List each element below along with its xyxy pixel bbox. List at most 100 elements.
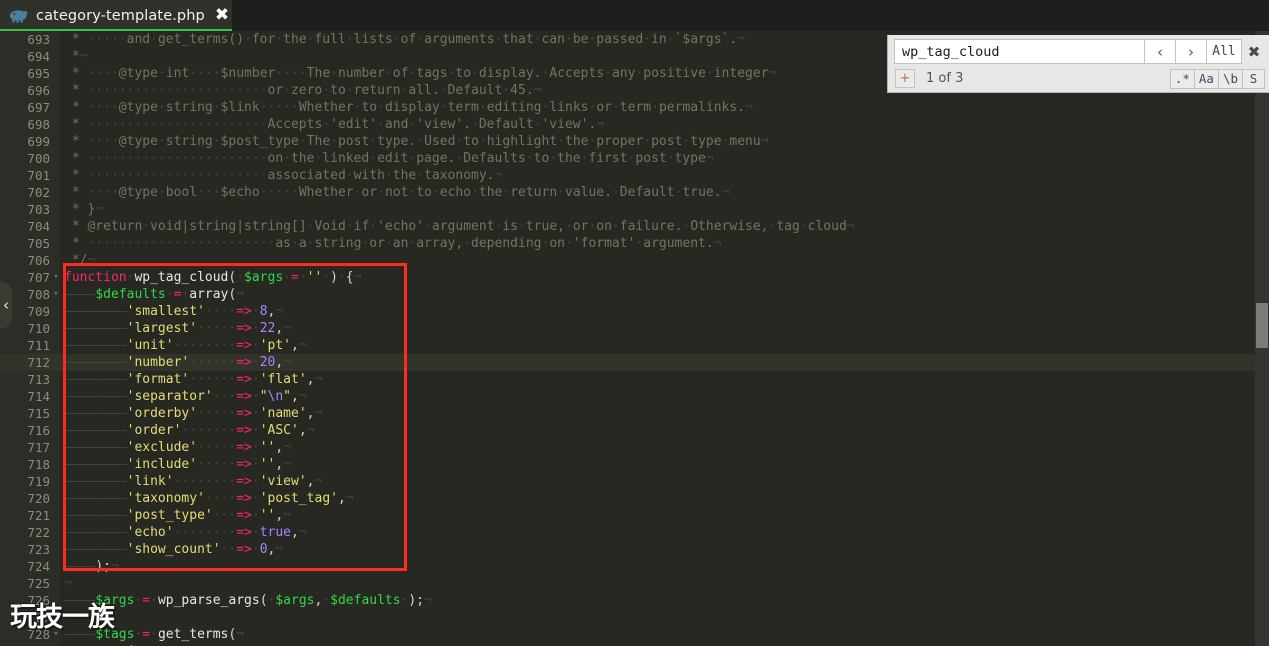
find-options-group[interactable]: .* Aa \b S [1169,68,1265,89]
line-number: 697 [27,100,50,115]
code-line-text: * }¬ [64,202,104,217]
line-number: 711 [27,338,50,353]
line-number: 718 [27,457,50,472]
line-number: 715 [27,406,50,421]
close-icon[interactable]: ✖ [1242,39,1266,64]
editor-viewport[interactable]: 693 * ·····and·get_terms()·for·the·full·… [0,31,1269,646]
line-number: 705 [27,236,50,251]
code-line[interactable]: 706 */¬ [0,252,1269,269]
code-line-text: * ·······················on·the·linked·e… [64,151,714,166]
find-previous-button[interactable]: ‹ [1144,39,1175,64]
code-line[interactable]: 719 ————————'link'········=>·'view',¬ [0,473,1269,490]
line-number: 712 [27,355,50,370]
code-line[interactable]: 714 ————————'separator'···=>·"\n",¬ [0,388,1269,405]
watermark: 玩技一族 [10,602,115,633]
code-line[interactable]: 715 ————————'orderby'·····=>·'name',¬ [0,405,1269,422]
code-line-text: ————————'format'······=>·'flat',¬ [64,372,323,387]
find-all-button[interactable]: All [1206,39,1242,64]
code-line[interactable]: 698 * ·······················Accepts·'ed… [0,116,1269,133]
code-line[interactable]: 708 ▾ ————$defaults·=·array(¬ [0,286,1269,303]
code-line-text: ————————'order'·······=>·'ASC',¬ [64,423,315,438]
chevron-left-icon: ‹ [3,295,9,314]
line-number: 701 [27,168,50,183]
code-fold-toggle-icon[interactable]: ▾ [52,269,60,286]
code-line[interactable]: 701 * ·······················associated·… [0,167,1269,184]
code-line[interactable]: 710 ————————'largest'·····=>·22,¬ [0,320,1269,337]
code-line-text: *¬ [64,49,88,64]
close-icon[interactable]: ✖ [215,7,229,24]
code-line[interactable]: 726 ————$args·=·wp_parse_args(·$args,·$de… [0,592,1269,609]
regex-toggle[interactable]: .* [1169,68,1194,89]
code-line-text: ————————'smallest'····=>·8,¬ [64,304,284,319]
code-line[interactable]: 727 ¬ [0,609,1269,626]
code-line-text: ————————'show_count'··=>·0,¬ [64,542,284,557]
code-line-text: ————————'largest'·····=>·22,¬ [64,321,292,336]
line-number: 720 [27,491,50,506]
tab-title: category-template.php [36,7,205,24]
code-line[interactable]: 702 * ····@type·bool···$echo·····Whether… [0,184,1269,201]
code-line[interactable]: 712 ————————'number'······=>·20,¬ [0,354,1269,371]
line-number: 713 [27,372,50,387]
code-line-text: ————————'number'······=>·20,¬ [64,355,292,370]
code-line[interactable]: 703 * }¬ [0,201,1269,218]
tab-bar: category-template.php ✖ [0,0,1269,31]
code-fold-toggle-icon[interactable]: ▾ [52,286,60,303]
code-line[interactable]: 725 ¬ [0,575,1269,592]
code-line[interactable]: 709 ————————'smallest'····=>·8,¬ [0,303,1269,320]
code-line[interactable]: 720 ————————'taxonomy'····=>·'post_tag',¬ [0,490,1269,507]
code-line-text: ————$defaults·=·array(¬ [64,287,245,302]
code-line[interactable]: 722 ————————'echo'········=>·true,¬ [0,524,1269,541]
code-line[interactable]: 699 * ····@type·string·$post_type·The·po… [0,133,1269,150]
code-line-text: function·wp_tag_cloud(·$args·=·''·)·{¬ [64,270,362,285]
code-line[interactable]: 700 * ·······················on·the·link… [0,150,1269,167]
code-line-text: ————————'unit'········=>·'pt',¬ [64,338,307,353]
code-line[interactable]: 704 * @return·void|string|string[]·Void·… [0,218,1269,235]
code-line-text: ————————'echo'········=>·true,¬ [64,525,307,540]
line-number: 704 [27,219,50,234]
code-line[interactable]: 721 ————————'post_type'···=>·'',¬ [0,507,1269,524]
code-line-text: ¬ [64,576,72,591]
line-number: 703 [27,202,50,217]
code-line[interactable]: 707 ▾ function·wp_tag_cloud(·$args·=·''·)·… [0,269,1269,286]
expand-find-replace-button[interactable]: + [895,69,915,88]
code-line-text: ————————'post_type'···=>·'',¬ [64,508,291,523]
line-number: 717 [27,440,50,455]
code-line[interactable]: 724 ————);¬ [0,558,1269,575]
code-line[interactable]: 723 ————————'show_count'··=>·0,¬ [0,541,1269,558]
line-number: 695 [27,66,50,81]
editor-tab-category-template-php[interactable]: category-template.php ✖ [0,0,232,31]
search-input[interactable]: wp_tag_cloud [894,39,1144,64]
code-line-text: * ························as·a·string·or… [64,236,722,251]
selection-scope-toggle[interactable]: S [1242,68,1265,89]
code-line-text: ————————'separator'···=>·"\n",¬ [64,389,307,404]
php-elephant-icon [9,9,28,23]
code-line-text: * ····@type·string·$post_type·The·post·t… [64,134,769,149]
code-line-text: ————————'exclude'·····=>·'',¬ [64,440,292,455]
vertical-scrollbar[interactable] [1255,31,1269,646]
code-line[interactable]: 711 ————————'unit'········=>·'pt',¬ [0,337,1269,354]
find-next-button[interactable]: › [1175,39,1206,64]
line-number: 722 [27,525,50,540]
line-number: 716 [27,423,50,438]
code-line[interactable]: 713 ————————'format'······=>·'flat',¬ [0,371,1269,388]
code-line-text: * ····@type·int····$number····The·number… [64,66,777,81]
code-line[interactable]: 697 * ····@type·string·$link·····Whether… [0,99,1269,116]
line-number: 694 [27,49,50,64]
code-line-text: * ·······················associated·with… [64,168,503,183]
code-line[interactable]: 716 ————————'order'·······=>·'ASC',¬ [0,422,1269,439]
line-number: 725 [27,576,50,591]
whole-word-toggle[interactable]: \b [1217,68,1242,89]
code-content[interactable]: 693 * ·····and·get_terms()·for·the·full·… [0,31,1269,646]
sidebar-collapse-handle[interactable]: ‹ [0,281,12,329]
case-sensitive-toggle[interactable]: Aa [1193,68,1218,89]
line-number: 721 [27,508,50,523]
code-line[interactable]: 717 ————————'exclude'·····=>·'',¬ [0,439,1269,456]
code-line[interactable]: 728 ▾ ————$tags·=·get_terms(¬ [0,626,1269,643]
code-line[interactable]: 705 * ························as·a·strin… [0,235,1269,252]
find-panel-bottom-row: + 1 of 3 .* Aa \b S [888,65,1269,92]
code-line[interactable]: 718 ————————'include'·····=>·'',¬ [0,456,1269,473]
line-number: 699 [27,134,50,149]
code-line-text: * ·······················or·zero·to·retu… [64,83,542,98]
vertical-scrollbar-thumb[interactable] [1256,303,1268,348]
find-panel[interactable]: wp_tag_cloud ‹ › All ✖ + 1 of 3 .* Aa \b S [887,35,1269,93]
